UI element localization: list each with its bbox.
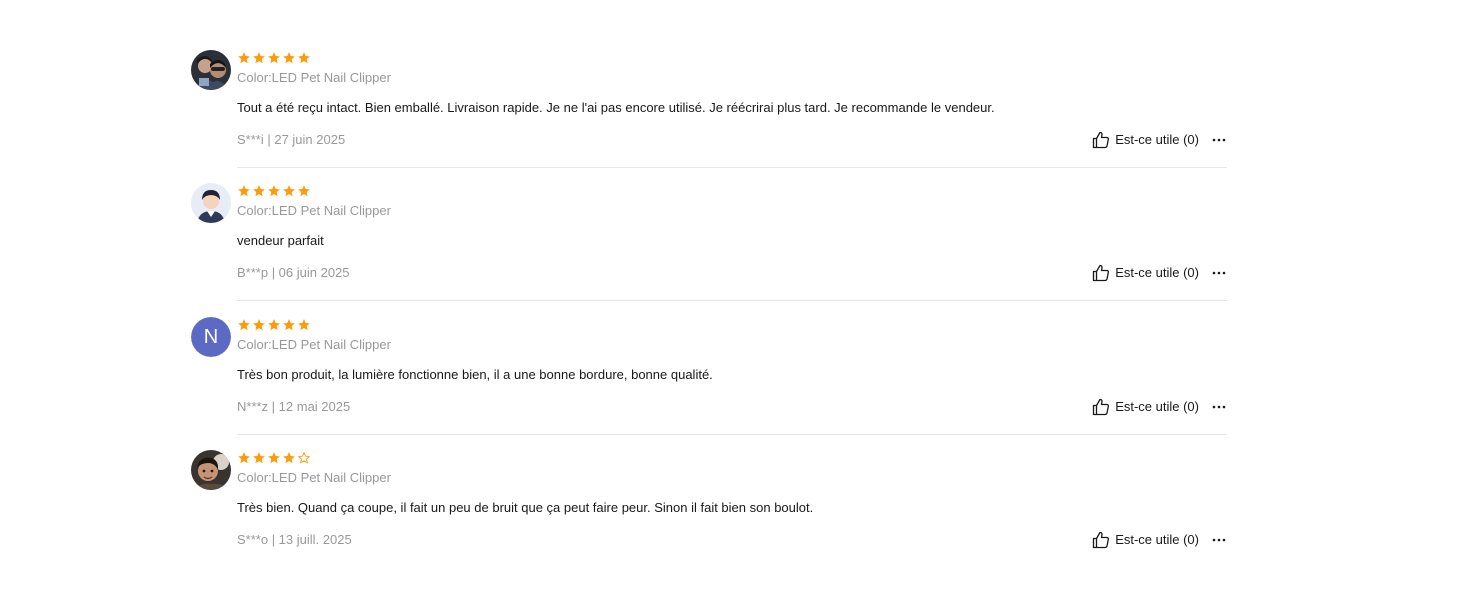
star-filled-icon xyxy=(238,319,250,331)
star-filled-icon xyxy=(268,52,280,64)
divider xyxy=(237,167,1227,168)
review-actions: Est-ce utile (0) xyxy=(1091,397,1227,417)
star-filled-icon xyxy=(298,52,310,64)
star-filled-icon xyxy=(283,452,295,464)
review-text: Très bien. Quand ça coupe, il fait un pe… xyxy=(237,500,814,515)
review-actions: Est-ce utile (0) xyxy=(1091,263,1227,283)
review-text: vendeur parfait xyxy=(237,233,324,248)
review-actions: Est-ce utile (0) xyxy=(1091,130,1227,150)
star-filled-icon xyxy=(283,52,295,64)
helpful-label: Est-ce utile (0) xyxy=(1115,399,1199,414)
star-empty-icon xyxy=(298,452,310,464)
avatar xyxy=(191,50,231,90)
star-filled-icon xyxy=(253,452,265,464)
reviewer-date: N***z | 12 mai 2025 xyxy=(237,399,351,414)
review-text: Très bon produit, la lumière fonctionne … xyxy=(237,367,713,382)
review-item: Color:LED Pet Nail Clipper Très bien. Qu… xyxy=(191,450,1227,568)
star-filled-icon xyxy=(238,452,250,464)
star-filled-icon xyxy=(238,52,250,64)
product-variant: Color:LED Pet Nail Clipper xyxy=(237,70,391,85)
thumbs-up-icon xyxy=(1093,398,1110,416)
more-options-icon[interactable] xyxy=(1211,532,1227,548)
star-filled-icon xyxy=(283,319,295,331)
more-options-icon[interactable] xyxy=(1211,399,1227,415)
star-filled-icon xyxy=(298,319,310,331)
helpful-button[interactable]: Est-ce utile (0) xyxy=(1091,263,1199,283)
divider xyxy=(237,434,1227,435)
helpful-button[interactable]: Est-ce utile (0) xyxy=(1091,530,1199,550)
review-text: Tout a été reçu intact. Bien emballé. Li… xyxy=(237,100,995,115)
reviewer-date: B***p | 06 juin 2025 xyxy=(237,265,350,280)
thumbs-up-icon xyxy=(1093,131,1110,149)
product-variant: Color:LED Pet Nail Clipper xyxy=(237,337,391,352)
helpful-label: Est-ce utile (0) xyxy=(1115,532,1199,547)
reviews-list: Color:LED Pet Nail Clipper Tout a été re… xyxy=(0,0,1464,600)
rating-stars xyxy=(237,51,311,65)
review-item: Color:LED Pet Nail Clipper Tout a été re… xyxy=(191,50,1227,168)
divider xyxy=(237,300,1227,301)
rating-stars xyxy=(237,451,311,465)
review-item: Color:LED Pet Nail Clipper vendeur parfa… xyxy=(191,183,1227,301)
thumbs-up-icon xyxy=(1093,264,1110,282)
thumbs-up-icon xyxy=(1093,531,1110,549)
star-filled-icon xyxy=(268,452,280,464)
star-filled-icon xyxy=(298,185,310,197)
rating-stars xyxy=(237,318,311,332)
review-actions: Est-ce utile (0) xyxy=(1091,530,1227,550)
rating-stars xyxy=(237,184,311,198)
avatar-letter: N xyxy=(191,317,231,357)
star-filled-icon xyxy=(268,319,280,331)
product-variant: Color:LED Pet Nail Clipper xyxy=(237,203,391,218)
helpful-label: Est-ce utile (0) xyxy=(1115,265,1199,280)
helpful-button[interactable]: Est-ce utile (0) xyxy=(1091,397,1199,417)
avatar xyxy=(191,450,231,490)
star-filled-icon xyxy=(268,185,280,197)
avatar xyxy=(191,183,231,223)
star-filled-icon xyxy=(253,185,265,197)
avatar: N xyxy=(191,317,231,357)
star-filled-icon xyxy=(253,52,265,64)
more-options-icon[interactable] xyxy=(1211,132,1227,148)
reviewer-date: S***o | 13 juill. 2025 xyxy=(237,532,352,547)
product-variant: Color:LED Pet Nail Clipper xyxy=(237,470,391,485)
star-filled-icon xyxy=(238,185,250,197)
star-filled-icon xyxy=(253,319,265,331)
more-options-icon[interactable] xyxy=(1211,265,1227,281)
helpful-button[interactable]: Est-ce utile (0) xyxy=(1091,130,1199,150)
helpful-label: Est-ce utile (0) xyxy=(1115,132,1199,147)
review-item: N Color:LED Pet Nail Clipper Très bon pr… xyxy=(191,317,1227,435)
star-filled-icon xyxy=(283,185,295,197)
reviewer-date: S***i | 27 juin 2025 xyxy=(237,132,346,147)
